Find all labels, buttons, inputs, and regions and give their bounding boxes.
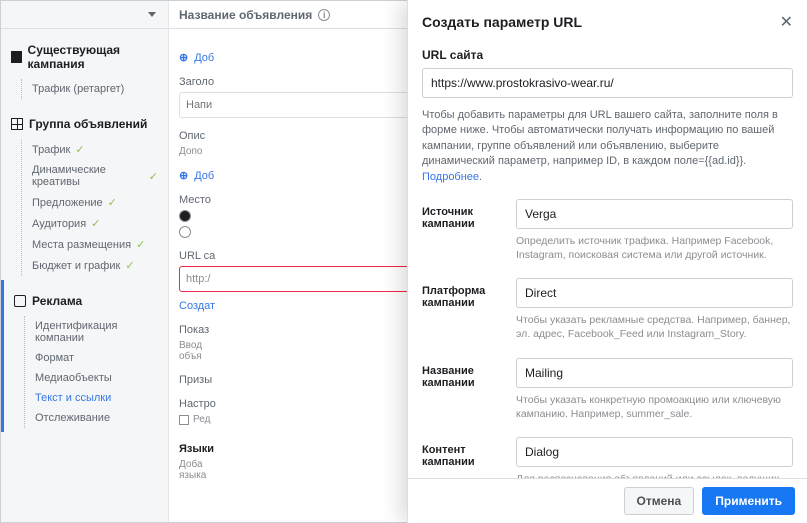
param-medium-label: Платформа кампании	[422, 278, 502, 351]
ad-item[interactable]: Формат	[35, 348, 158, 368]
param-medium-hachtergrond: Чтобы указать рекламные средства. Наприм…	[516, 313, 793, 341]
link-label: Создат	[179, 300, 215, 312]
content-header-label: Название объявления	[179, 8, 312, 22]
sidebar-item-label: Аудитория	[32, 218, 86, 230]
sidebar-item-label: Медиаобъекты	[35, 372, 112, 384]
campaign-icon	[11, 51, 22, 63]
sidebar-item-label: Бюджет и график	[32, 260, 120, 272]
param-name-label: Название кампании	[422, 358, 502, 431]
param-name-hint: Чтобы указать конкретную промоакцию или …	[516, 393, 793, 421]
radio-option-2[interactable]	[179, 226, 191, 238]
section-adset: Группа объявлений Трафик ✓ Динамические к…	[1, 103, 168, 280]
ad-icon	[14, 295, 26, 307]
chevron-down-icon	[148, 12, 156, 17]
param-content-label: Контент кампании	[422, 437, 502, 478]
param-source-label: Источник кампании	[422, 199, 502, 272]
link-label: Доб	[194, 52, 214, 64]
sidebar-item-label: Отслеживание	[35, 412, 110, 424]
apply-button[interactable]: Применить	[702, 487, 795, 515]
checkbox-edit[interactable]	[179, 415, 189, 425]
adset-item[interactable]: Аудитория ✓	[32, 213, 158, 234]
sidebar-item-label: Динамические креативы	[32, 164, 144, 188]
param-source-input[interactable]	[516, 199, 793, 229]
help-text-body: Чтобы добавить параметры для URL вашего …	[422, 109, 778, 167]
sidebar-item-label: Места размещения	[32, 239, 131, 251]
modal-title: Создать параметр URL	[422, 14, 582, 30]
adset-item[interactable]: Динамические креативы ✓	[32, 160, 158, 192]
section-campaign: Существующая кампания Трафик (ретаргет)	[1, 29, 168, 103]
param-content-input[interactable]	[516, 437, 793, 467]
plus-icon: ⊕	[179, 51, 188, 64]
adset-item[interactable]: Предложение ✓	[32, 192, 158, 213]
cancel-button[interactable]: Отмена	[624, 487, 695, 515]
ad-item[interactable]: Отслеживание	[35, 408, 158, 428]
plus-icon: ⊕	[179, 169, 188, 182]
modal-header: Создать параметр URL ✕	[408, 0, 807, 44]
top-dropdown[interactable]	[1, 1, 168, 29]
sidebar-item-label: Трафик (ретаргет)	[32, 83, 124, 95]
param-source-hint: Определить источник трафика. Например Fa…	[516, 234, 793, 262]
info-icon[interactable]: i	[318, 9, 330, 21]
campaign-title-label: Существующая кампания	[28, 43, 158, 71]
radio-option-1[interactable]	[179, 210, 191, 222]
check-icon: ✓	[149, 170, 158, 183]
param-name-input[interactable]	[516, 358, 793, 388]
adset-title[interactable]: Группа объявлений	[11, 117, 158, 131]
close-icon[interactable]: ✕	[780, 12, 793, 32]
sidebar-item-label: Предложение	[32, 197, 103, 209]
ad-item[interactable]: Идентификация компании	[35, 316, 158, 348]
checkbox-label: Ред	[193, 414, 210, 425]
adset-icon	[11, 118, 23, 130]
check-icon: ✓	[91, 217, 100, 230]
ad-title-label: Реклама	[32, 294, 82, 308]
check-icon: ✓	[136, 238, 145, 251]
sidebar-item-label: Трафик	[32, 144, 70, 156]
adset-item[interactable]: Бюджет и график ✓	[32, 255, 158, 276]
site-url-label: URL сайта	[422, 48, 793, 62]
sidebar-item-label: Идентификация компании	[35, 320, 158, 344]
help-text: Чтобы добавить параметры для URL вашего …	[422, 108, 793, 185]
check-icon: ✓	[125, 259, 134, 272]
sidebar-item-label: Текст и ссылки	[35, 392, 111, 404]
ad-item[interactable]: Медиаобъекты	[35, 368, 158, 388]
left-sidebar: Существующая кампания Трафик (ретаргет) …	[1, 1, 169, 522]
modal-footer: Отмена Применить	[408, 478, 807, 523]
section-ad: Реклама Идентификация компании Формат Ме…	[1, 280, 168, 432]
check-icon: ✓	[108, 196, 117, 209]
link-label: Доб	[194, 170, 214, 182]
adset-item[interactable]: Трафик ✓	[32, 139, 158, 160]
campaign-title[interactable]: Существующая кампания	[11, 43, 158, 71]
param-medium-input[interactable]	[516, 278, 793, 308]
adset-item[interactable]: Места размещения ✓	[32, 234, 158, 255]
check-icon: ✓	[75, 143, 84, 156]
ad-title[interactable]: Реклама	[14, 294, 158, 308]
learn-more-link[interactable]: Подробнее	[422, 171, 479, 183]
url-param-modal: Создать параметр URL ✕ URL сайта Чтобы д…	[407, 0, 807, 523]
sidebar-item-label: Формат	[35, 352, 74, 364]
site-url-input[interactable]	[422, 68, 793, 98]
modal-body: URL сайта Чтобы добавить параметры для U…	[408, 44, 807, 478]
campaign-item[interactable]: Трафик (ретаргет)	[32, 79, 158, 99]
adset-title-label: Группа объявлений	[29, 117, 147, 131]
ad-item-active[interactable]: Текст и ссылки	[35, 388, 158, 408]
